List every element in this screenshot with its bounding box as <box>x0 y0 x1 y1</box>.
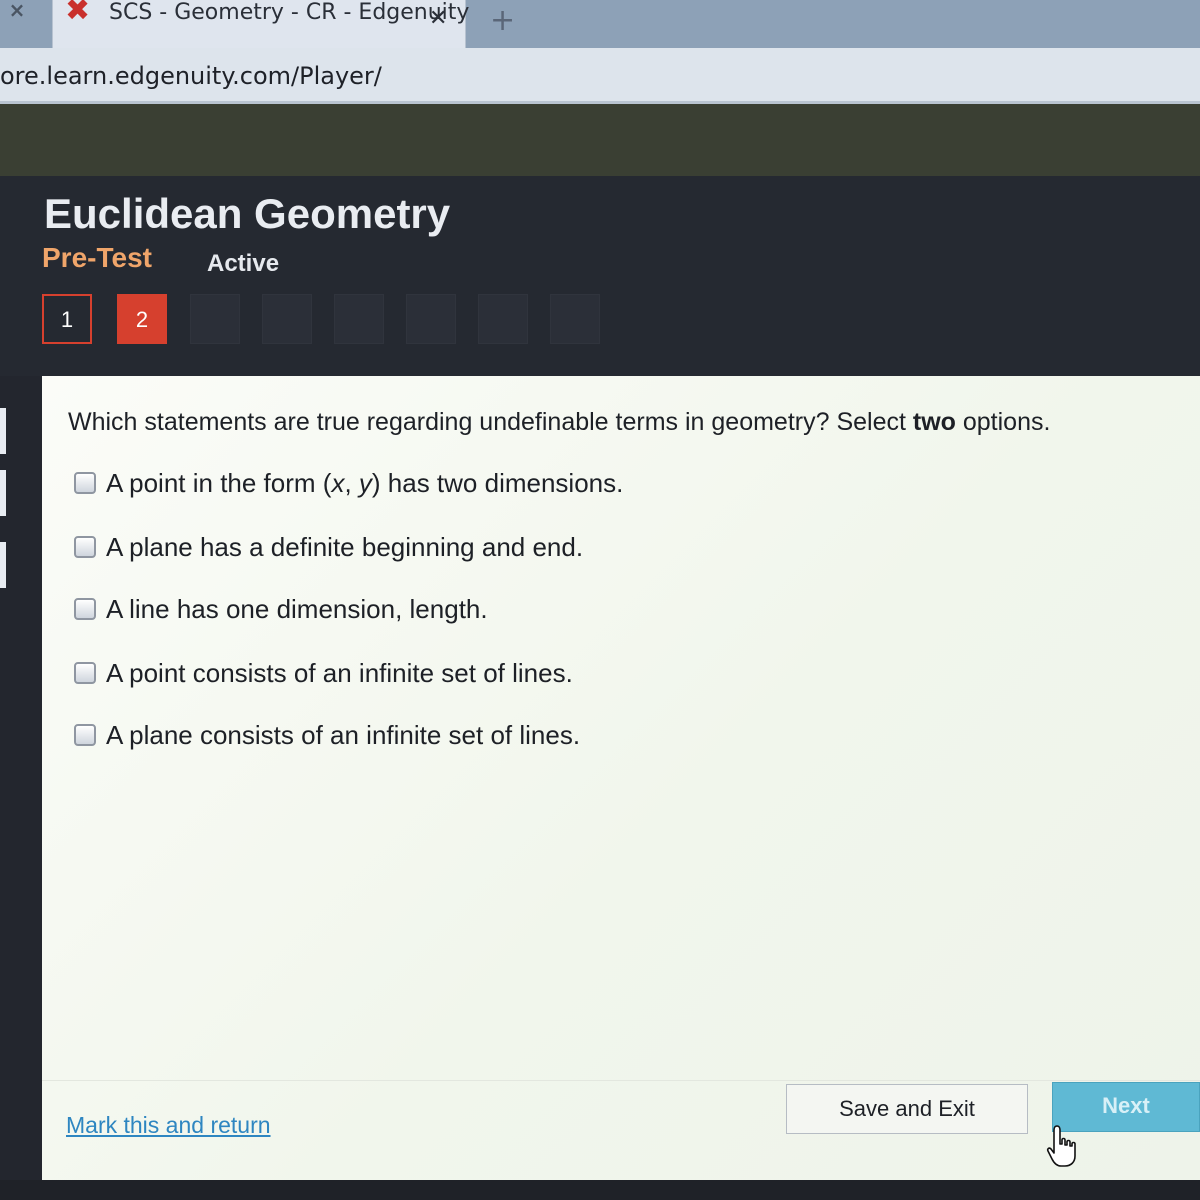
option-text: ) has two dimensions. <box>371 468 624 498</box>
question-emphasis: two <box>912 408 956 436</box>
bottom-edge <box>0 1180 1200 1200</box>
question-placeholder[interactable] <box>478 294 528 344</box>
activity-header: Euclidean Geometry Pre-Test Active 1 2 <box>0 176 1200 376</box>
browser-tab-bar: × ✖ SCS - Geometry - CR - Edgenuity ✕ + <box>0 0 1200 48</box>
question-2-button[interactable]: 2 <box>117 294 167 344</box>
tab-close-icon[interactable]: ✕ <box>429 6 447 31</box>
option-text: A point in the form ( <box>106 468 332 498</box>
question-1-button[interactable]: 1 <box>42 294 92 344</box>
url-text[interactable]: ore.learn.edgenuity.com/Player/ <box>0 62 382 90</box>
new-tab-icon[interactable]: + <box>490 6 515 36</box>
question-placeholder[interactable] <box>334 294 384 344</box>
side-tool-tab[interactable] <box>0 470 6 516</box>
option-label: A point consists of an infinite set of l… <box>106 658 573 688</box>
browser-tab[interactable]: ✖ SCS - Geometry - CR - Edgenuity ✕ <box>52 0 470 48</box>
checkbox[interactable] <box>74 598 96 620</box>
checkbox[interactable] <box>74 662 96 684</box>
question-placeholder[interactable] <box>262 294 312 344</box>
edgenuity-favicon-icon: ✖ <box>65 0 91 28</box>
option-variable-x: x <box>331 468 345 498</box>
side-tool-tab[interactable] <box>0 408 6 454</box>
question-panel: Which statements are true regarding unde… <box>42 376 1200 1180</box>
tab-title: SCS - Geometry - CR - Edgenuity <box>109 0 470 25</box>
page-top-band <box>0 104 1200 176</box>
mark-and-return-link[interactable]: Mark this and return <box>66 1112 271 1139</box>
address-bar[interactable]: ore.learn.edgenuity.com/Player/ <box>0 48 1200 104</box>
question-placeholder[interactable] <box>406 294 456 344</box>
option-variable-y: y <box>358 468 372 498</box>
save-and-exit-button[interactable]: Save and Exit <box>786 1084 1028 1134</box>
question-text-end: options. <box>955 408 1051 436</box>
checkbox[interactable] <box>74 472 96 494</box>
question-text: Which statements are true regarding unde… <box>68 408 913 436</box>
option-label: A point in the form (x, y) has two dimen… <box>106 468 623 499</box>
option-label: A line has one dimension, length. <box>106 594 488 624</box>
checkbox[interactable] <box>74 724 96 746</box>
activity-type-label: Pre-Test <box>42 242 152 273</box>
page-title: Euclidean Geometry <box>44 190 451 237</box>
checkbox[interactable] <box>74 536 96 558</box>
side-tool-strip <box>0 370 28 620</box>
activity-status-label: Active <box>207 250 280 277</box>
question-placeholder[interactable] <box>190 294 240 344</box>
option-text: , <box>344 468 359 498</box>
close-icon[interactable]: × <box>4 0 30 26</box>
option-label: A plane consists of an infinite set of l… <box>106 720 581 750</box>
option-label: A plane has a definite beginning and end… <box>106 532 584 562</box>
footer-divider <box>42 1080 1200 1081</box>
side-tool-tab[interactable] <box>0 542 6 588</box>
hand-cursor-icon <box>1046 1125 1076 1167</box>
question-prompt: Which statements are true regarding unde… <box>68 408 1188 437</box>
question-placeholder[interactable] <box>550 294 600 344</box>
